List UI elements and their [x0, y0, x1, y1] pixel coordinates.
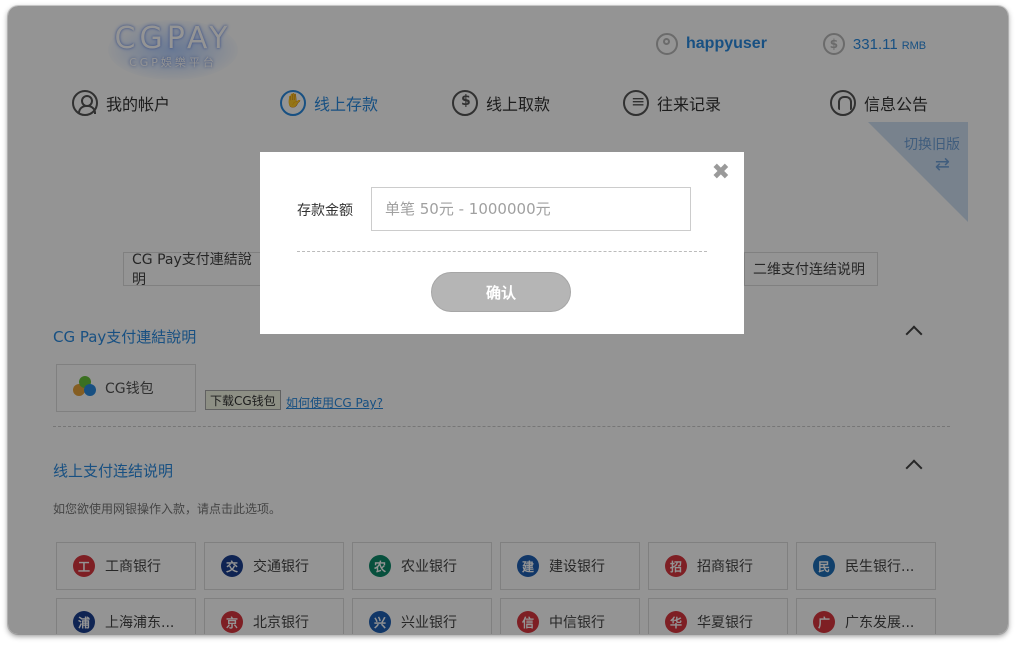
dialog-divider — [297, 251, 707, 252]
close-icon[interactable]: ✖ — [712, 162, 730, 184]
app-window: CGPAY CGP娛樂平台 happyuser $ 331.11 RMB 我的帐… — [8, 6, 1008, 634]
deposit-amount-input[interactable] — [371, 187, 691, 231]
deposit-amount-label: 存款金额 — [297, 203, 353, 219]
deposit-amount-dialog: ✖ 存款金额 确认 — [260, 152, 744, 334]
confirm-button[interactable]: 确认 — [431, 272, 571, 312]
